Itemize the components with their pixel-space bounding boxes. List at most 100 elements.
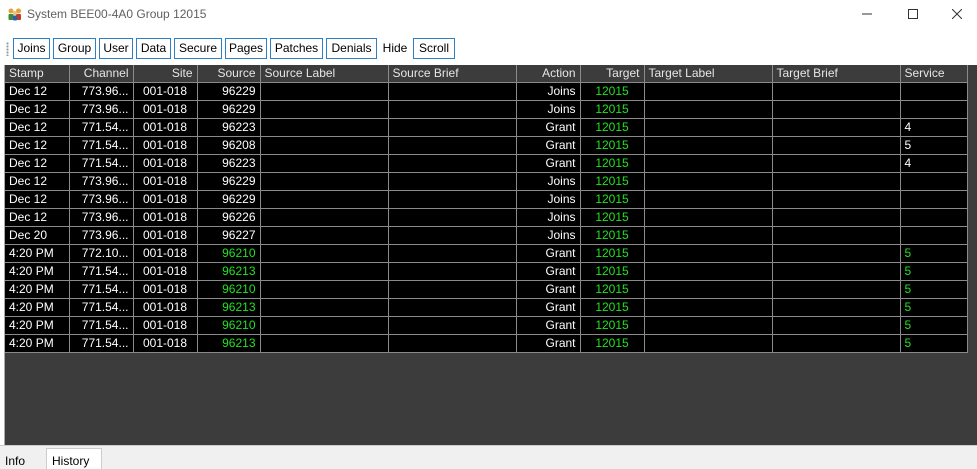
secure-button[interactable]: Secure <box>174 38 222 59</box>
toolbar-grip-icon[interactable] <box>6 42 9 56</box>
cell-source-label[interactable] <box>260 262 389 281</box>
maximize-button[interactable] <box>890 0 936 30</box>
cell-target-label[interactable] <box>644 244 773 263</box>
cell-source-label[interactable] <box>260 226 389 245</box>
cell-target-label[interactable] <box>644 100 773 119</box>
cell-action[interactable]: Grant <box>516 298 581 317</box>
cell-channel[interactable]: 773.96... <box>69 208 134 227</box>
cell-source-brief[interactable] <box>388 244 517 263</box>
column-header-target-brief[interactable]: Target Brief <box>772 65 901 83</box>
cell-source[interactable]: 96229 <box>197 190 261 209</box>
cell-service[interactable] <box>900 208 968 227</box>
table-row[interactable]: Dec 12 771.54... 001-018 96223 Grant 12015 4 <box>5 154 968 173</box>
cell-source[interactable]: 96229 <box>197 172 261 191</box>
cell-source[interactable]: 96213 <box>197 334 261 353</box>
cell-target-label[interactable] <box>644 118 773 137</box>
cell-source-brief[interactable] <box>388 280 517 299</box>
cell-target[interactable]: 12015 <box>580 100 645 119</box>
cell-source-brief[interactable] <box>388 316 517 335</box>
cell-site[interactable]: 001-018 <box>133 298 198 317</box>
tab-info[interactable]: Info <box>0 451 30 469</box>
cell-source[interactable]: 96223 <box>197 154 261 173</box>
cell-target[interactable]: 12015 <box>580 316 645 335</box>
column-header-site[interactable]: Site <box>133 65 198 83</box>
cell-stamp[interactable]: Dec 12 <box>5 154 70 173</box>
cell-channel[interactable]: 771.54... <box>69 334 134 353</box>
cell-source-label[interactable] <box>260 316 389 335</box>
cell-source-label[interactable] <box>260 190 389 209</box>
cell-target-brief[interactable] <box>772 100 901 119</box>
cell-channel[interactable]: 771.54... <box>69 262 134 281</box>
cell-source-brief[interactable] <box>388 82 517 101</box>
cell-source[interactable]: 96208 <box>197 136 261 155</box>
cell-source[interactable]: 96226 <box>197 208 261 227</box>
cell-target[interactable]: 12015 <box>580 262 645 281</box>
cell-site[interactable]: 001-018 <box>133 244 198 263</box>
cell-action[interactable]: Grant <box>516 334 581 353</box>
cell-stamp[interactable]: Dec 12 <box>5 208 70 227</box>
cell-target-brief[interactable] <box>772 280 901 299</box>
cell-source-brief[interactable] <box>388 172 517 191</box>
cell-target[interactable]: 12015 <box>580 298 645 317</box>
tab-history[interactable]: History <box>46 448 102 469</box>
cell-site[interactable]: 001-018 <box>133 100 198 119</box>
column-header-action[interactable]: Action <box>516 65 581 83</box>
patches-button[interactable]: Patches <box>270 38 323 59</box>
cell-stamp[interactable]: Dec 20 <box>5 226 70 245</box>
cell-action[interactable]: Grant <box>516 244 581 263</box>
cell-channel[interactable]: 771.54... <box>69 280 134 299</box>
cell-site[interactable]: 001-018 <box>133 82 198 101</box>
cell-service[interactable]: 5 <box>900 334 968 353</box>
cell-target-brief[interactable] <box>772 316 901 335</box>
cell-stamp[interactable]: 4:20 PM <box>5 244 70 263</box>
cell-service[interactable] <box>900 100 968 119</box>
cell-target-brief[interactable] <box>772 190 901 209</box>
column-header-target-label[interactable]: Target Label <box>644 65 773 83</box>
cell-channel[interactable]: 771.54... <box>69 298 134 317</box>
cell-target[interactable]: 12015 <box>580 280 645 299</box>
cell-target-label[interactable] <box>644 334 773 353</box>
table-row[interactable]: 4:20 PM 771.54... 001-018 96213 Grant 12015 5 <box>5 298 968 317</box>
column-header-service[interactable]: Service <box>900 65 968 83</box>
cell-site[interactable]: 001-018 <box>133 280 198 299</box>
cell-target[interactable]: 12015 <box>580 226 645 245</box>
cell-target-brief[interactable] <box>772 244 901 263</box>
table-row[interactable]: Dec 12 773.96... 001-018 96229 Joins 12015 <box>5 172 968 191</box>
cell-target-brief[interactable] <box>772 262 901 281</box>
cell-channel[interactable]: 773.96... <box>69 100 134 119</box>
table-row[interactable]: Dec 12 773.96... 001-018 96229 Joins 12015 <box>5 82 968 101</box>
table-row[interactable]: 4:20 PM 771.54... 001-018 96213 Grant 12015 5 <box>5 262 968 281</box>
cell-service[interactable]: 5 <box>900 280 968 299</box>
cell-target-brief[interactable] <box>772 154 901 173</box>
cell-action[interactable]: Joins <box>516 100 581 119</box>
cell-action[interactable]: Grant <box>516 262 581 281</box>
cell-target-label[interactable] <box>644 82 773 101</box>
cell-stamp[interactable]: 4:20 PM <box>5 262 70 281</box>
cell-site[interactable]: 001-018 <box>133 334 198 353</box>
cell-source[interactable]: 96227 <box>197 226 261 245</box>
cell-target-label[interactable] <box>644 298 773 317</box>
close-button[interactable] <box>936 0 977 30</box>
cell-target[interactable]: 12015 <box>580 244 645 263</box>
cell-target-label[interactable] <box>644 316 773 335</box>
cell-target-label[interactable] <box>644 262 773 281</box>
cell-source-label[interactable] <box>260 172 389 191</box>
cell-stamp[interactable]: 4:20 PM <box>5 298 70 317</box>
table-row[interactable]: Dec 20 773.96... 001-018 96227 Joins 12015 <box>5 226 968 245</box>
cell-source[interactable]: 96223 <box>197 118 261 137</box>
cell-target[interactable]: 12015 <box>580 334 645 353</box>
group-button[interactable]: Group <box>53 38 96 59</box>
cell-channel[interactable]: 773.96... <box>69 190 134 209</box>
cell-stamp[interactable]: Dec 12 <box>5 118 70 137</box>
cell-source[interactable]: 96213 <box>197 262 261 281</box>
cell-site[interactable]: 001-018 <box>133 262 198 281</box>
cell-service[interactable]: 5 <box>900 136 968 155</box>
cell-service[interactable] <box>900 82 968 101</box>
cell-channel[interactable]: 771.54... <box>69 154 134 173</box>
cell-channel[interactable]: 773.96... <box>69 226 134 245</box>
column-header-source-brief[interactable]: Source Brief <box>388 65 517 83</box>
cell-service[interactable]: 4 <box>900 118 968 137</box>
cell-target[interactable]: 12015 <box>580 190 645 209</box>
table-row[interactable]: Dec 12 773.96... 001-018 96226 Joins 12015 <box>5 208 968 227</box>
cell-source-brief[interactable] <box>388 136 517 155</box>
